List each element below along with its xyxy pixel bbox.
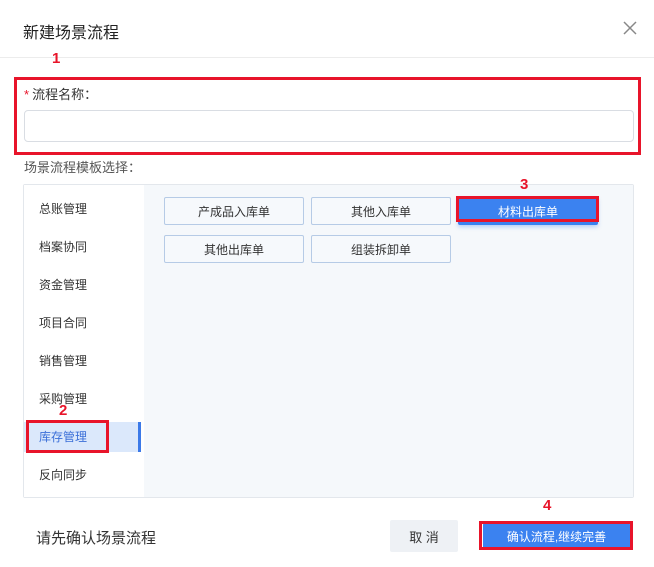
template-select-label: 场景流程模板选择： — [24, 160, 142, 175]
flow-name-label: * 流程名称： — [24, 84, 97, 103]
required-mark: * — [24, 87, 30, 102]
flow-name-label-text: 流程名称： — [32, 87, 98, 102]
annotation-number-2: 2 — [59, 402, 68, 419]
cancel-button[interactable]: 取 消 — [390, 520, 458, 552]
template-other-issue[interactable]: 其他出库单 — [164, 235, 304, 263]
new-scene-flow-dialog: 新建场景流程 1 * 流程名称： 场景流程模板选择： 总账管理 档案协同 资金管理… — [0, 0, 654, 567]
annotation-box-2 — [26, 420, 109, 453]
sidebar-item-fund-management[interactable]: 资金管理 — [24, 270, 140, 300]
flow-name-input[interactable] — [24, 110, 634, 142]
close-icon[interactable] — [620, 18, 640, 38]
annotation-box-3 — [456, 196, 599, 222]
template-other-receipt[interactable]: 其他入库单 — [311, 197, 451, 225]
template-finished-goods-receipt[interactable]: 产成品入库单 — [164, 197, 304, 225]
template-assembly-disassembly[interactable]: 组装拆卸单 — [311, 235, 451, 263]
annotation-box-4 — [479, 521, 633, 550]
template-list: 产成品入库单 其他入库单 材料出库单 其他出库单 组装拆卸单 — [144, 185, 633, 497]
annotation-number-3: 3 — [520, 176, 529, 193]
template-panel: 总账管理 档案协同 资金管理 项目合同 销售管理 采购管理 库存管理 反向同步 … — [23, 184, 634, 498]
footer-hint: 请先确认场景流程 — [36, 530, 157, 547]
annotation-number-4: 4 — [543, 497, 552, 514]
sidebar-item-reverse-sync[interactable]: 反向同步 — [24, 460, 140, 490]
sidebar-item-sales-management[interactable]: 销售管理 — [24, 346, 140, 376]
annotation-number-1: 1 — [52, 50, 61, 67]
sidebar-item-archive-sync[interactable]: 档案协同 — [24, 232, 140, 262]
sidebar-item-project-contract[interactable]: 项目合同 — [24, 308, 140, 338]
sidebar-item-general-ledger[interactable]: 总账管理 — [24, 194, 140, 224]
header-divider — [0, 57, 654, 58]
sidebar-item-purchase-management[interactable]: 采购管理 — [24, 384, 140, 414]
dialog-title: 新建场景流程 — [23, 25, 120, 42]
